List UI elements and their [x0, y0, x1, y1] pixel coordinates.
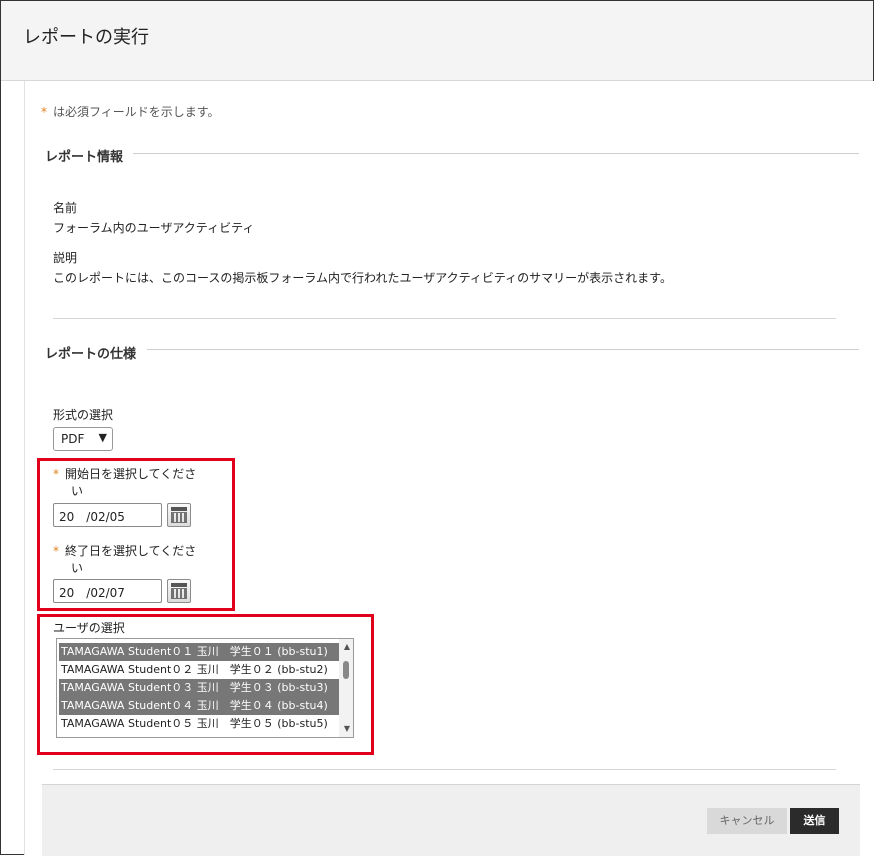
- section-title-report-info: レポート情報: [45, 150, 124, 165]
- description-label: 説明: [53, 251, 78, 265]
- user-listbox[interactable]: TAMAGAWA Student０１ 玉川 学生０１ (bb-stu1) TAM…: [56, 638, 354, 738]
- submit-button[interactable]: 送信: [790, 808, 839, 834]
- listbox-scrollbar[interactable]: ▲ ▼: [339, 639, 353, 737]
- section-divider: [147, 349, 859, 350]
- required-note-text: は必須フィールドを示します。: [53, 105, 220, 119]
- user-option[interactable]: TAMAGAWA Student０４ 玉川 学生０４ (bb-stu4): [59, 697, 339, 715]
- start-date-label: * 開始日を選択してくださ: [53, 465, 196, 482]
- name-value: フォーラム内のユーザアクティビティ: [53, 221, 255, 235]
- required-star-icon: *: [41, 105, 47, 119]
- required-star-icon: *: [53, 544, 59, 558]
- user-option[interactable]: TAMAGAWA Student０２ 玉川 学生０２ (bb-stu2): [59, 661, 339, 679]
- calendar-icon[interactable]: [167, 503, 191, 527]
- name-label: 名前: [53, 201, 78, 215]
- cancel-button[interactable]: キャンセル: [707, 808, 787, 834]
- start-date-input[interactable]: 20 /02/05: [53, 503, 162, 527]
- chevron-down-icon: ▼: [98, 431, 107, 444]
- end-date-input[interactable]: 20 /02/07: [53, 579, 162, 603]
- calendar-icon[interactable]: [167, 579, 191, 603]
- section-title-report-spec: レポートの仕様: [45, 347, 137, 362]
- page-title: レポートの実行: [23, 27, 149, 48]
- user-option[interactable]: TAMAGAWA Student０１ 玉川 学生０１ (bb-stu1): [59, 643, 339, 661]
- end-date-label-text: 終了日を選択してくださ: [65, 544, 197, 558]
- start-date-label-text: 開始日を選択してくださ: [65, 467, 197, 481]
- user-select-label: ユーザの選択: [53, 621, 125, 635]
- required-star-icon: *: [53, 467, 59, 481]
- content-divider: [53, 318, 836, 319]
- start-date-label-cont: い: [71, 484, 84, 498]
- description-value: このレポートには、このコースの掲示板フォーラム内で行われたユーザアクティビティの…: [53, 271, 672, 285]
- section-divider: [133, 153, 859, 154]
- page-header: レポートの実行: [1, 1, 873, 81]
- format-select[interactable]: PDF ▼: [53, 427, 113, 451]
- required-note: * は必須フィールドを示します。: [41, 103, 220, 120]
- end-date-label: * 終了日を選択してくださ: [53, 542, 196, 559]
- user-option[interactable]: TAMAGAWA Student０３ 玉川 学生０３ (bb-stu3): [59, 679, 339, 697]
- scroll-down-icon[interactable]: ▼: [344, 724, 350, 733]
- user-option[interactable]: TAMAGAWA Student０５ 玉川 学生０５ (bb-stu5): [59, 715, 339, 733]
- end-date-label-cont: い: [71, 561, 84, 575]
- scroll-thumb[interactable]: [343, 661, 349, 679]
- format-select-value: PDF: [61, 432, 85, 446]
- content-divider: [53, 769, 836, 770]
- format-label: 形式の選択: [53, 408, 114, 422]
- scroll-up-icon[interactable]: ▲: [344, 642, 350, 651]
